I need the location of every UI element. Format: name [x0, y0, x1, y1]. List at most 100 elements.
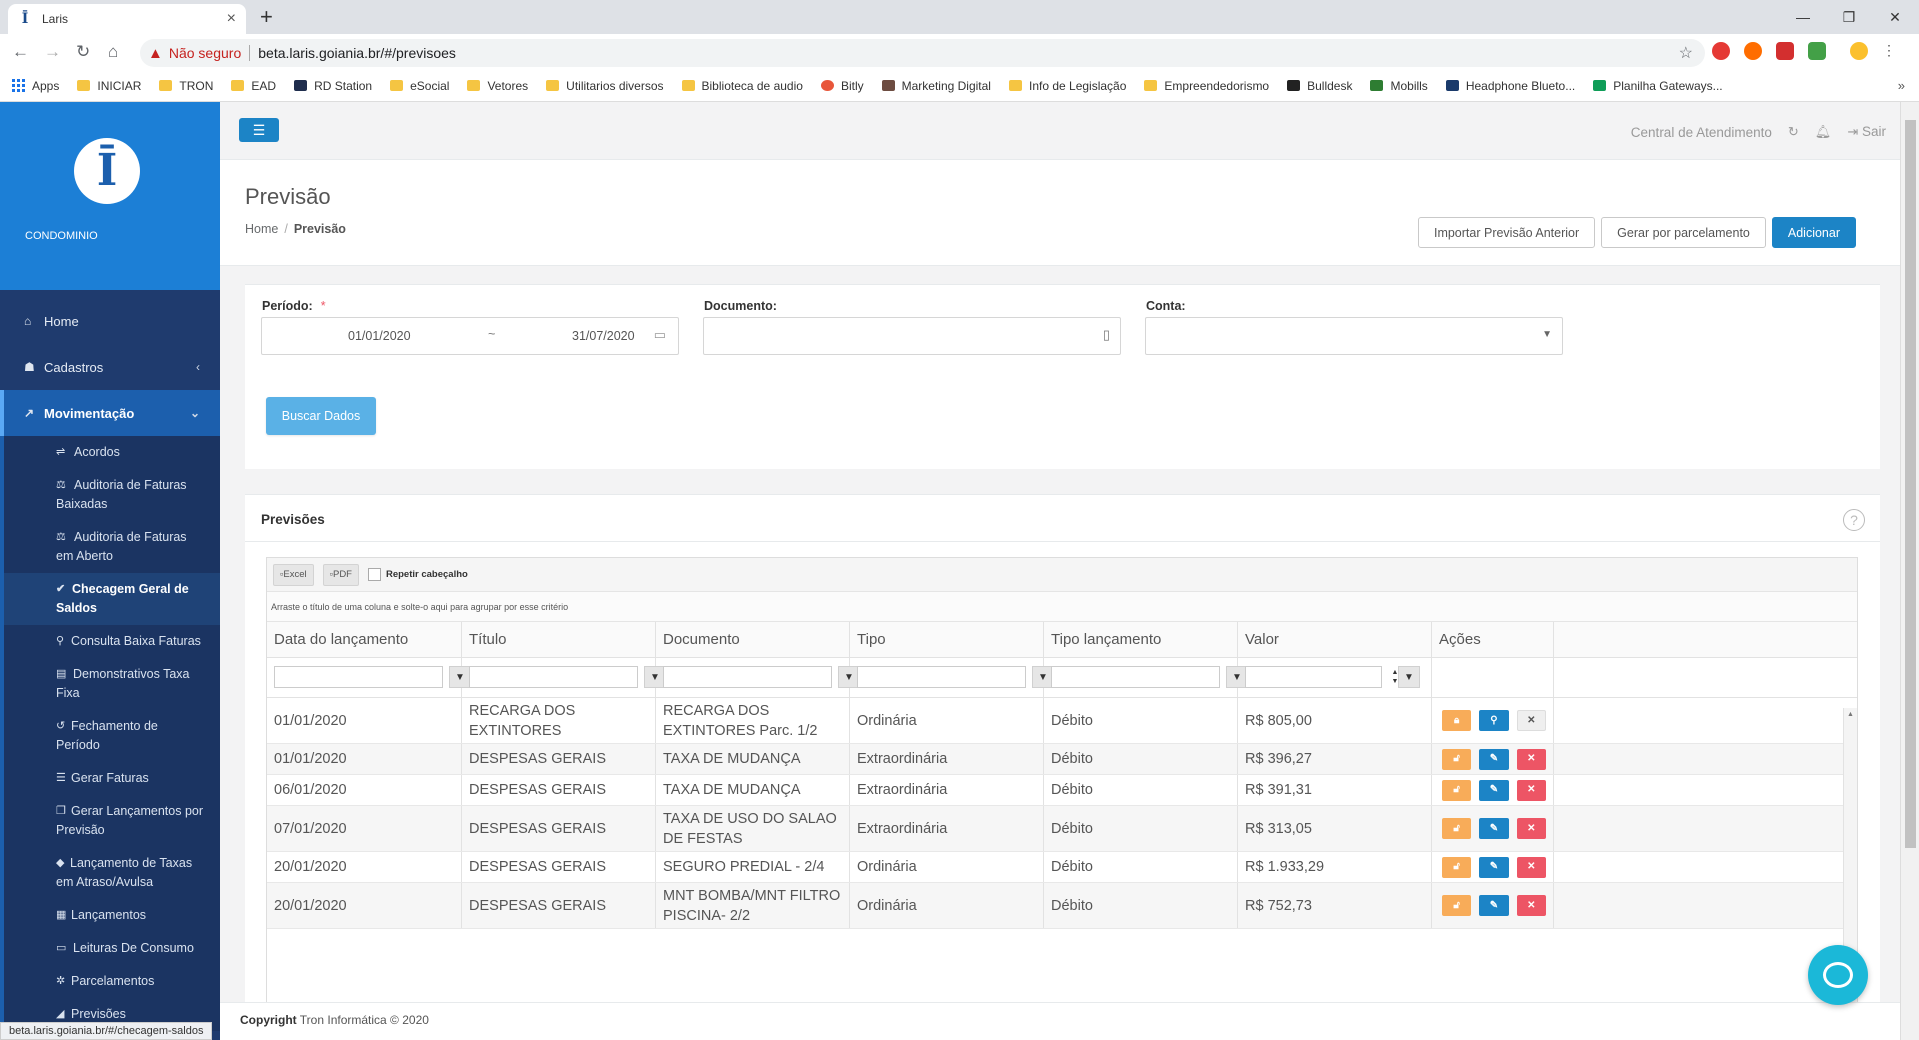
delete-button[interactable]: ✕: [1516, 779, 1546, 801]
unlock-button[interactable]: 🔓︎: [1442, 856, 1472, 878]
period-range-input[interactable]: 01/01/2020 ~ 31/07/2020 ▭: [261, 317, 679, 355]
bookmark-item[interactable]: Utilitarios diversos: [546, 79, 664, 93]
extension-icon[interactable]: [1776, 42, 1794, 60]
lock-button[interactable]: 🔒︎: [1442, 710, 1472, 731]
edit-button[interactable]: ✎: [1479, 779, 1509, 801]
extension-icon[interactable]: [1744, 42, 1762, 60]
bookmark-item[interactable]: Biblioteca de audio: [681, 79, 803, 93]
add-button[interactable]: Adicionar: [1771, 217, 1856, 248]
bookmark-item[interactable]: EAD: [231, 79, 276, 93]
logout-link[interactable]: ⇥ Sair: [1847, 124, 1886, 140]
unlock-button[interactable]: 🔓︎: [1442, 748, 1472, 770]
sidebar-subitem-gerar-lancamentos[interactable]: ❐ Gerar Lançamentos por Previsão: [4, 795, 220, 847]
restore-icon[interactable]: ❐: [1826, 0, 1872, 34]
sidebar-subitem-acordos[interactable]: ⇌ Acordos: [4, 436, 220, 469]
sidebar-subitem-fechamento[interactable]: ↺ Fechamento de Período: [4, 710, 220, 762]
support-link[interactable]: Central de Atendimento: [1631, 125, 1772, 140]
refresh-icon[interactable]: ↻: [1788, 124, 1799, 140]
back-icon[interactable]: ←: [12, 42, 29, 62]
page-scrollbar[interactable]: [1900, 102, 1919, 1040]
unlock-button[interactable]: 🔓︎: [1442, 779, 1472, 801]
bookmark-item[interactable]: Bitly: [820, 79, 864, 93]
profile-avatar-icon[interactable]: [1850, 42, 1868, 60]
unlock-button[interactable]: 🔓︎: [1442, 895, 1472, 916]
sidebar-subitem-gerar-faturas[interactable]: ☰ Gerar Faturas: [4, 762, 220, 795]
minimize-icon[interactable]: —: [1780, 0, 1826, 34]
view-button[interactable]: ⚲: [1479, 710, 1509, 731]
bookmark-item[interactable]: eSocial: [390, 79, 449, 93]
table-row[interactable]: 20/01/2020 DESPESAS GERAIS SEGURO PREDIAL …: [267, 852, 1857, 883]
bookmark-item[interactable]: Headphone Blueto...: [1445, 79, 1575, 93]
bookmark-item[interactable]: Marketing Digital: [881, 79, 991, 93]
tab-close-icon[interactable]: ×: [227, 10, 236, 28]
chat-widget-button[interactable]: [1808, 945, 1868, 1005]
column-header-date[interactable]: Data do lançamento: [267, 622, 462, 657]
column-header-type[interactable]: Tipo: [850, 622, 1044, 657]
delete-button-disabled[interactable]: ✕: [1516, 710, 1547, 731]
filter-title-input[interactable]: [469, 666, 638, 688]
import-previous-button[interactable]: Importar Previsão Anterior: [1417, 217, 1596, 248]
export-excel-button[interactable]: ▫ Excel: [273, 563, 314, 586]
sidebar-subitem-parcelamentos[interactable]: ✲ Parcelamentos: [4, 965, 220, 998]
edit-button[interactable]: ✎: [1479, 895, 1509, 916]
filter-value-input[interactable]: [1245, 666, 1382, 688]
browser-menu-icon[interactable]: ⋮: [1882, 42, 1896, 60]
bookmark-item[interactable]: Info de Legislação: [1008, 79, 1126, 93]
page-scrollbar-thumb[interactable]: [1905, 120, 1916, 848]
column-header-value[interactable]: Valor: [1238, 622, 1432, 657]
sidebar-subitem-checagem-saldos[interactable]: ✔ Checagem Geral de Saldos: [4, 573, 220, 625]
delete-button[interactable]: ✕: [1516, 818, 1546, 839]
menu-toggle-button[interactable]: ☰: [239, 118, 279, 142]
sidebar-subitem-leituras[interactable]: ▭ Leituras De Consumo: [4, 932, 220, 965]
unlock-button[interactable]: 🔓︎: [1442, 818, 1472, 839]
sidebar-subitem-auditoria-aberto[interactable]: ⚖ Auditoria de Faturas em Aberto: [4, 521, 220, 573]
help-icon[interactable]: ?: [1843, 509, 1865, 531]
export-pdf-button[interactable]: ▫ PDF: [322, 563, 359, 586]
sidebar-subitem-lancamento-taxas[interactable]: ◆ Lançamento de Taxas em Atraso/Avulsa: [4, 847, 220, 899]
edit-button[interactable]: ✎: [1479, 748, 1509, 770]
repeat-header-toggle[interactable]: Repetir cabeçalho: [367, 568, 468, 581]
group-panel-hint[interactable]: Arraste o título de uma coluna e solte-o…: [267, 592, 1857, 622]
sidebar-item-movimentacao[interactable]: ↗ Movimentação ⌄: [0, 390, 220, 436]
bookmark-apps[interactable]: Apps: [12, 79, 59, 93]
logo[interactable]: Ī: [74, 138, 140, 204]
sidebar-subitem-auditoria-baixadas[interactable]: ⚖ Auditoria de Faturas Baixadas: [4, 469, 220, 521]
sidebar-subitem-demonstrativos[interactable]: ▤ Demonstrativos Taxa Fixa: [4, 658, 220, 710]
table-row[interactable]: 06/01/2020 DESPESAS GERAIS TAXA DE MUDANÇA…: [267, 775, 1857, 806]
column-header-document[interactable]: Documento: [656, 622, 850, 657]
table-row[interactable]: 01/01/2020 RECARGA DOS EXTINTORES RECARGA …: [267, 698, 1857, 744]
bookmark-item[interactable]: Bulldesk: [1287, 79, 1352, 93]
bookmark-item[interactable]: Mobills: [1370, 79, 1428, 93]
bookmark-star-icon[interactable]: ☆: [1679, 43, 1693, 63]
table-row[interactable]: 07/01/2020 DESPESAS GERAIS TAXA DE USO DO …: [267, 806, 1857, 852]
bookmark-item[interactable]: INICIAR: [77, 79, 141, 93]
bell-icon[interactable]: 🔔︎: [1815, 124, 1832, 140]
breadcrumb-home[interactable]: Home: [245, 222, 278, 236]
bookmark-item[interactable]: Planilha Gateways...: [1593, 79, 1723, 93]
forward-icon[interactable]: →: [44, 42, 61, 62]
filter-icon[interactable]: ▼: [1398, 666, 1420, 688]
new-tab-icon[interactable]: +: [260, 4, 273, 30]
bookmark-item[interactable]: TRON: [159, 79, 213, 93]
account-select[interactable]: ▼: [1145, 317, 1563, 355]
edit-button[interactable]: ✎: [1479, 818, 1509, 839]
bookmark-item[interactable]: Empreendedorismo: [1144, 79, 1269, 93]
sidebar-subitem-consulta-baixa[interactable]: ⚲ Consulta Baixa Faturas: [4, 625, 220, 658]
extension-icon[interactable]: [1808, 42, 1826, 60]
bookmark-item[interactable]: RD Station: [294, 79, 372, 93]
column-header-entry-type[interactable]: Tipo lançamento: [1044, 622, 1238, 657]
filter-entry-type-input[interactable]: [1051, 666, 1220, 688]
repeat-header-checkbox[interactable]: [367, 568, 381, 581]
delete-button[interactable]: ✕: [1516, 856, 1546, 878]
filter-document-input[interactable]: [663, 666, 832, 688]
extension-icon[interactable]: [1712, 42, 1730, 60]
filter-type-input[interactable]: [857, 666, 1026, 688]
delete-button[interactable]: ✕: [1516, 895, 1546, 916]
generate-installments-button[interactable]: Gerar por parcelamento: [1601, 217, 1766, 248]
delete-button[interactable]: ✕: [1516, 748, 1546, 770]
sidebar-item-cadastros[interactable]: ☗ Cadastros ‹: [0, 344, 220, 390]
bookmarks-overflow-icon[interactable]: »: [1898, 78, 1905, 93]
table-row[interactable]: 01/01/2020 DESPESAS GERAIS TAXA DE MUDANÇA…: [267, 744, 1857, 775]
close-window-icon[interactable]: ✕: [1872, 0, 1918, 34]
bookmark-item[interactable]: Vetores: [467, 79, 528, 93]
